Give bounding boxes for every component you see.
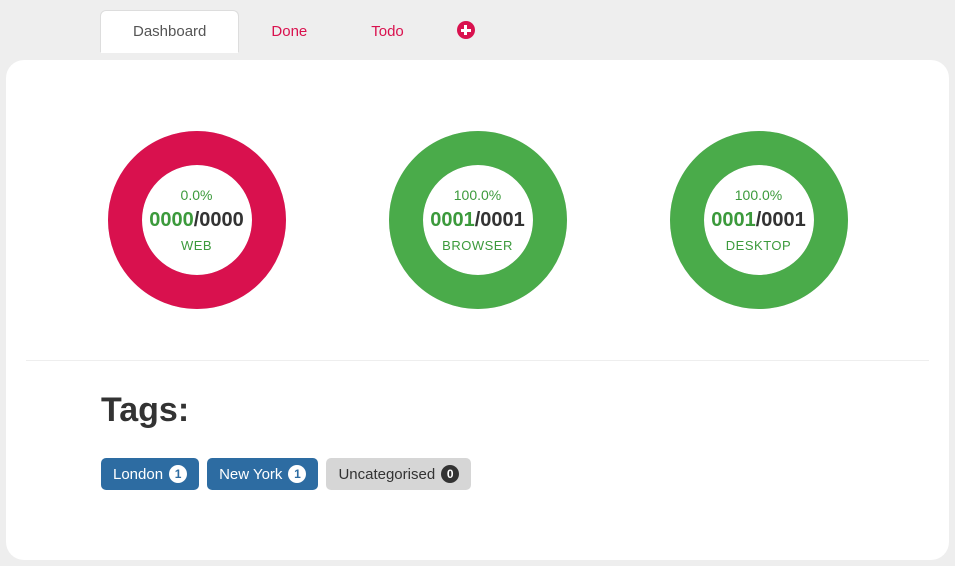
donut-percent: 100.0% (454, 187, 501, 203)
donut-center: 100.0% 0001/0001 DESKTOP (659, 120, 859, 320)
donut-ratio: 0001/0001 (430, 209, 525, 232)
tag-label: New York (219, 466, 282, 483)
tag-label: Uncategorised (338, 466, 435, 483)
tab-done[interactable]: Done (239, 11, 339, 52)
charts-row: 0.0%0000/0000WEB100.0%0001/0001BROWSER10… (26, 90, 929, 361)
donut-label: WEB (181, 238, 212, 253)
tag-pill[interactable]: London 1 (101, 458, 199, 490)
donut-done: 0001 (430, 209, 475, 231)
donut-ratio: 0001/0001 (711, 209, 806, 232)
tab-todo[interactable]: Todo (339, 11, 436, 52)
donut-center: 0.0% 0000/0000 WEB (97, 120, 297, 320)
tags-title: Tags: (101, 391, 854, 430)
tag-pill[interactable]: Uncategorised 0 (326, 458, 471, 490)
donut-percent: 100.0% (735, 187, 782, 203)
donut-label: DESKTOP (726, 238, 791, 253)
donut-total: 0001 (480, 209, 525, 231)
tab-dashboard[interactable]: Dashboard (100, 10, 239, 53)
tag-count-badge: 1 (169, 465, 187, 483)
donut-total: 0001 (761, 209, 806, 231)
donut-center: 100.0% 0001/0001 BROWSER (378, 120, 578, 320)
donut-percent: 0.0% (181, 187, 213, 203)
plus-icon (457, 21, 475, 39)
donut-done: 0001 (711, 209, 756, 231)
add-tab-button[interactable] (436, 13, 496, 47)
donut-done: 0000 (149, 209, 194, 231)
donut-total: 0000 (199, 209, 244, 231)
donut-ratio: 0000/0000 (149, 209, 244, 232)
donut-chart-browser: 100.0% 0001/0001 BROWSER (378, 120, 578, 320)
donut-label: BROWSER (442, 238, 513, 253)
donut-chart-web: 0.0% 0000/0000 WEB (97, 120, 297, 320)
donut-chart-desktop: 100.0% 0001/0001 DESKTOP (659, 120, 859, 320)
tag-count-badge: 1 (288, 465, 306, 483)
tags-row: London 1 New York 1 Uncategorised 0 (101, 458, 854, 490)
tag-label: London (113, 466, 163, 483)
tag-pill[interactable]: New York 1 (207, 458, 318, 490)
tags-section: Tags: London 1 New York 1 Uncategorised 0 (26, 361, 929, 490)
tab-bar: Dashboard Done Todo (6, 0, 949, 60)
main-panel: 0.0%0000/0000WEB100.0%0001/0001BROWSER10… (6, 60, 949, 560)
tag-count-badge: 0 (441, 465, 459, 483)
